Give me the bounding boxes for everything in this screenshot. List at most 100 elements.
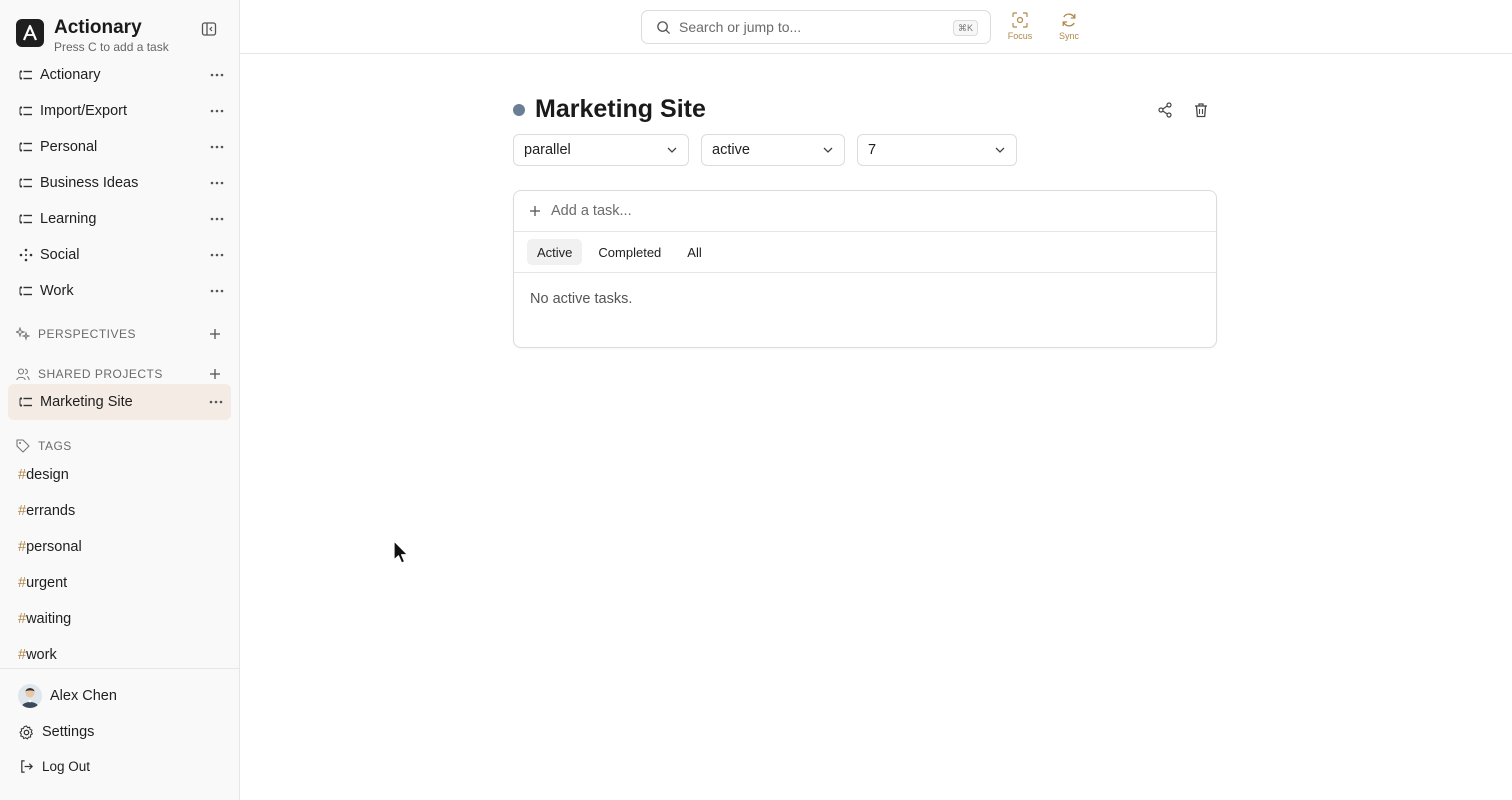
more-icon[interactable] [210,140,224,154]
sidebar: Actionary Press C to add a task Actionar… [0,0,240,800]
list-icon [18,211,34,227]
tag-hash: # [18,647,27,663]
tag-item-urgent[interactable]: # urgent [18,565,228,601]
tag-name: waiting [26,611,72,627]
project-color-dot[interactable] [513,104,525,116]
perspectives-label: PERSPECTIVES [38,327,137,341]
tags-section: TAGS [16,436,226,456]
sidebar-item-work[interactable]: Work [8,273,232,309]
sidebar-item-learning[interactable]: Learning [8,201,232,237]
sidebar-item-label: Actionary [40,67,101,83]
list-icon [18,175,34,191]
sidebar-footer: Alex Chen Settings Log Out [0,668,239,800]
list-icon [18,394,34,410]
add-perspective-icon[interactable] [208,327,222,341]
search-icon [655,19,671,35]
add-task-input[interactable]: Add a task... [514,191,1216,232]
sidebar-item-label: Marketing Site [40,394,133,410]
sidebar-item-label: Import/Export [40,103,128,119]
trash-icon[interactable] [1192,101,1210,119]
tag-item-personal[interactable]: # personal [18,529,228,565]
review-interval-value: 7 [868,142,877,158]
more-icon[interactable] [210,248,224,262]
add-shared-project-icon[interactable] [208,367,222,381]
sidebar-item-marketing-site[interactable]: Marketing Site [8,384,231,420]
page-title[interactable]: Marketing Site [535,95,706,124]
tags-label: TAGS [38,439,72,453]
tag-item-waiting[interactable]: # waiting [18,601,228,637]
tag-item-design[interactable]: # design [18,457,228,493]
focus-button[interactable]: Focus [1000,12,1040,44]
search-placeholder: Search or jump to... [679,19,802,35]
more-icon[interactable] [210,104,224,118]
sidebar-item-label: Personal [40,139,98,155]
add-task-placeholder: Add a task... [551,203,632,219]
project-type-value: parallel [524,142,571,158]
list-icon [18,67,34,83]
more-icon[interactable] [210,176,224,190]
tag-list: # design # errands # personal # urgent # wait… [18,457,228,673]
tag-name: design [26,467,69,483]
sidebar-item-personal[interactable]: Personal [8,129,232,165]
search-shortcut: ⌘K [952,20,978,36]
sidebar-item-business-ideas[interactable]: Business Ideas [8,165,232,201]
chevron-down-icon [822,144,834,156]
sync-icon [1061,12,1077,28]
top-bar: Search or jump to... ⌘K Focus Sync [240,0,1512,54]
more-icon[interactable] [210,284,224,298]
project-header: Marketing Site [513,94,1217,126]
project-status-select[interactable]: active [701,134,845,166]
review-interval-select[interactable]: 7 [857,134,1017,166]
user-name: Alex Chen [50,688,117,704]
shared-projects-label: SHARED PROJECTS [38,367,163,381]
tag-name: personal [26,539,82,555]
sidebar-item-label: Learning [40,211,97,227]
settings-link[interactable]: Settings [18,721,94,743]
app-name: Actionary [54,17,142,38]
sparkle-icon [16,327,30,341]
list-icon [18,103,34,119]
brand: Actionary Press C to add a task [16,14,226,54]
logout-link[interactable]: Log Out [18,755,90,777]
sidebar-item-actionary[interactable]: Actionary [8,57,232,93]
tab-active[interactable]: Active [527,239,583,265]
tag-hash: # [18,467,27,483]
project-status-value: active [712,142,750,158]
collapse-sidebar-icon[interactable] [200,20,218,38]
search-input[interactable]: Search or jump to... ⌘K [641,10,991,44]
sidebar-item-label: Business Ideas [40,175,139,191]
more-icon[interactable] [209,395,223,409]
list-icon [18,139,34,155]
more-icon[interactable] [210,68,224,82]
shared-projects-section: SHARED PROJECTS [16,364,226,384]
logout-label: Log Out [42,758,91,774]
app-subtitle: Press C to add a task [54,40,169,54]
chevron-down-icon [994,144,1006,156]
more-icon[interactable] [210,212,224,226]
app-logo-icon [16,19,44,47]
tab-all[interactable]: All [677,239,711,265]
chevron-down-icon [666,144,678,156]
sidebar-item-label: Work [40,283,74,299]
tag-hash: # [18,611,27,627]
sidebar-item-social[interactable]: Social [8,237,232,273]
tag-name: urgent [26,575,68,591]
task-filter-tabs: Active Completed All [514,232,1216,273]
gear-icon [18,724,34,740]
avatar [18,684,42,708]
network-icon [18,247,34,263]
settings-label: Settings [42,724,95,740]
share-icon[interactable] [1156,101,1174,119]
user-profile[interactable]: Alex Chen [18,683,117,709]
empty-state-message: No active tasks. [530,291,633,307]
project-type-select[interactable]: parallel [513,134,689,166]
tag-item-errands[interactable]: # errands [18,493,228,529]
logout-icon [18,758,34,774]
app-window: Actionary Press C to add a task Actionar… [0,0,1512,800]
plus-icon [528,204,542,218]
perspectives-section: PERSPECTIVES [16,324,226,344]
tab-completed[interactable]: Completed [588,239,671,265]
sidebar-item-import-export[interactable]: Import/Export [8,93,232,129]
sync-button[interactable]: Sync [1049,12,1089,44]
tag-name: work [26,647,57,663]
